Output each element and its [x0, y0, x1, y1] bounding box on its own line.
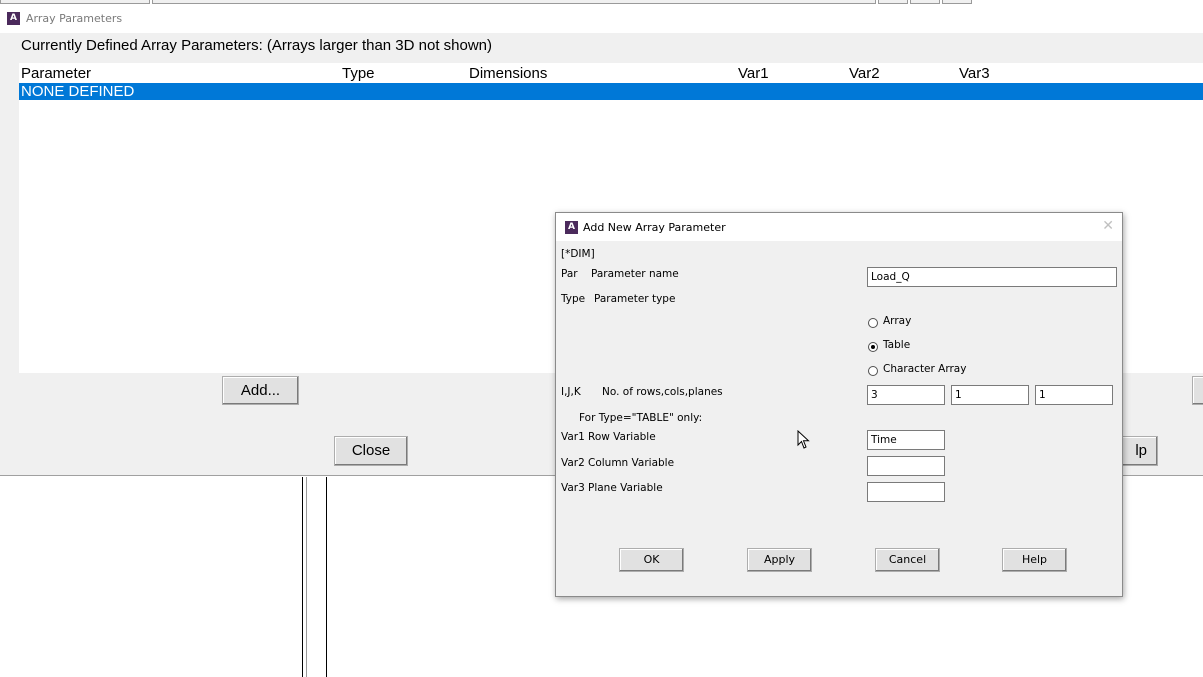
background-divider: [302, 477, 303, 677]
var2-key: Var2: [561, 457, 585, 469]
list-item-text: NONE DEFINED: [21, 83, 135, 100]
ijk-label: No. of rows,cols,planes: [602, 386, 723, 398]
column-header-parameter: Parameter: [21, 65, 92, 82]
column-variable-input[interactable]: [867, 456, 945, 476]
column-header-dimensions: Dimensions: [469, 65, 548, 82]
type-key: Type: [561, 293, 586, 305]
partial-button[interactable]: [1192, 376, 1203, 405]
mouse-pointer-icon: [797, 430, 810, 449]
ansys-logo-icon: A: [565, 221, 578, 234]
row-variable-input[interactable]: Time: [867, 430, 945, 450]
dialog-title: Add New Array Parameter: [583, 221, 726, 234]
ansys-logo-icon: A: [7, 12, 20, 25]
plane-variable-input[interactable]: [867, 482, 945, 502]
window-titlebar: A Array Parameters: [0, 4, 1203, 33]
help-button[interactable]: Help: [1002, 548, 1067, 572]
apply-button[interactable]: Apply: [747, 548, 812, 572]
planes-input[interactable]: 1: [1035, 385, 1113, 405]
radio-table[interactable]: [868, 342, 878, 352]
list-item[interactable]: NONE DEFINED: [19, 83, 1203, 100]
var1-label: Row Variable: [588, 431, 656, 443]
cols-input[interactable]: 1: [951, 385, 1029, 405]
var3-label: Plane Variable: [588, 482, 663, 494]
background-divider: [326, 477, 327, 677]
radio-table-label: Table: [883, 339, 911, 351]
column-header-var3: Var3: [959, 65, 990, 82]
list-heading: Currently Defined Array Parameters: (Arr…: [21, 37, 493, 54]
dialog-titlebar: A Add New Array Parameter ✕: [556, 213, 1122, 241]
par-key: Par: [561, 268, 578, 280]
close-button[interactable]: Close: [334, 436, 408, 466]
radio-array[interactable]: [868, 318, 878, 328]
ijk-key: I,J,K: [561, 386, 581, 398]
var3-key: Var3: [561, 482, 585, 494]
var1-key: Var1: [561, 431, 585, 443]
type-label: Parameter type: [594, 293, 676, 305]
close-icon[interactable]: ✕: [1102, 218, 1114, 234]
radio-character-array[interactable]: [868, 366, 878, 376]
window-title: Array Parameters: [26, 12, 123, 25]
rows-input[interactable]: 3: [867, 385, 945, 405]
column-header-var1: Var1: [738, 65, 769, 82]
table-only-note: For Type="TABLE" only:: [579, 412, 703, 424]
radio-character-array-label: Character Array: [883, 363, 967, 375]
column-header-type: Type: [342, 65, 375, 82]
var2-label: Column Variable: [588, 457, 675, 469]
column-header-var2: Var2: [849, 65, 880, 82]
add-button[interactable]: Add...: [222, 376, 299, 405]
parameter-name-input[interactable]: Load_Q: [867, 267, 1117, 287]
radio-array-label: Array: [883, 315, 912, 327]
ok-button[interactable]: OK: [619, 548, 684, 572]
add-array-parameter-dialog: A Add New Array Parameter ✕ [*DIM] Par P…: [555, 212, 1123, 597]
command-label: [*DIM]: [561, 248, 595, 260]
cancel-button[interactable]: Cancel: [875, 548, 940, 572]
par-label: Parameter name: [591, 268, 679, 280]
background-divider: [306, 477, 307, 677]
